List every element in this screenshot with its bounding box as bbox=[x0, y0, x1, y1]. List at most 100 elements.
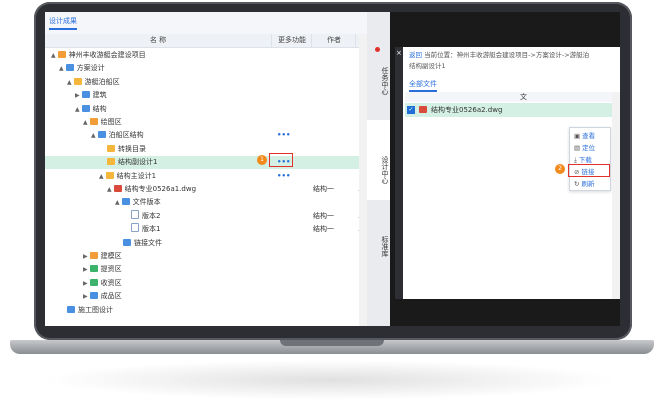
node-label: 版本2 bbox=[142, 211, 161, 220]
side-tab-bar: 任务中心 设计中心 标准库 bbox=[367, 12, 390, 326]
tree-node: 转换目录 bbox=[99, 143, 146, 156]
tree-node: ▶ 建筑 bbox=[75, 89, 107, 102]
expand-toggle-icon[interactable]: ▶ bbox=[83, 277, 88, 290]
tree-row[interactable]: ▲ 方案设计 bbox=[45, 62, 367, 75]
node-icon bbox=[81, 104, 90, 112]
node-label: 结构 bbox=[92, 104, 107, 113]
tree-row[interactable]: 转换目录 bbox=[45, 143, 367, 156]
column-header-author[interactable]: 作者 bbox=[311, 34, 356, 48]
node-label: 版本1 bbox=[142, 225, 161, 234]
tree-row[interactable]: ▲ 结构主设计1 ••• bbox=[45, 170, 367, 183]
tab-all-files[interactable]: 全部文件 bbox=[409, 79, 437, 92]
expand-toggle-icon[interactable]: ▲ bbox=[51, 49, 56, 62]
menu-label: 刷新 bbox=[581, 180, 595, 188]
tree-node: ▲ 神州丰收游艇会建设项目 bbox=[51, 49, 146, 62]
author-cell: 结构一 bbox=[313, 185, 334, 193]
tree-node: ▲ 泊船区结构 bbox=[91, 129, 144, 142]
back-link[interactable]: 返回 bbox=[409, 51, 422, 59]
author-cell: 结构一 bbox=[313, 211, 334, 220]
tree-row[interactable]: ▲ 文件版本 bbox=[45, 196, 367, 209]
more-actions-button[interactable]: ••• bbox=[277, 170, 290, 183]
expand-toggle-icon[interactable]: ▶ bbox=[83, 290, 88, 303]
tree-node: ▲ 方案设计 bbox=[59, 62, 105, 75]
tab-standard-library[interactable]: 标准库 bbox=[367, 226, 390, 266]
tree-row[interactable]: ▲ 泊船区结构 ••• bbox=[45, 129, 367, 142]
tree-node: 版本2 bbox=[123, 209, 161, 223]
node-label: 泊船区结构 bbox=[108, 131, 144, 140]
tree-row[interactable]: ▲结构专业0526a1.dwg结构一. bbox=[45, 183, 367, 196]
tree-row[interactable]: 版本2结构一. bbox=[45, 209, 367, 223]
expand-toggle-icon[interactable]: ▲ bbox=[91, 129, 96, 142]
node-icon bbox=[107, 144, 115, 152]
tree-row[interactable]: 版本1结构一. bbox=[45, 223, 367, 236]
file-row[interactable]: ✓ 结构专业0526a2.dwg bbox=[405, 103, 620, 117]
laptop-notch bbox=[280, 340, 384, 346]
file-checkbox[interactable]: ✓ bbox=[407, 106, 415, 114]
tree-node: ▲ 文件版本 bbox=[115, 196, 161, 209]
menu-item-refresh[interactable]: ↻ 刷新 bbox=[574, 178, 608, 188]
expand-toggle-icon[interactable]: ▲ bbox=[75, 103, 80, 116]
tab-design-center[interactable]: 设计中心 bbox=[367, 120, 390, 200]
node-label: 转换目录 bbox=[118, 144, 146, 153]
breadcrumb-current: 结构副设计1 bbox=[409, 62, 446, 70]
node-icon bbox=[97, 131, 106, 139]
laptop-shadow bbox=[40, 360, 620, 400]
tab-task-center[interactable]: 任务中心 bbox=[367, 56, 390, 106]
tree-row[interactable]: ▲ 游艇泊船区 bbox=[45, 76, 367, 89]
tree-row[interactable]: ▶ 提资区 bbox=[45, 263, 367, 276]
breadcrumb-path: 当前位置：神州丰收游艇会建设项目->方案设计->游艇泊 bbox=[424, 51, 590, 59]
tree-row[interactable]: 链接文件 bbox=[45, 237, 367, 250]
tree-node: 版本1 bbox=[123, 223, 160, 236]
more-actions-button[interactable]: ••• bbox=[277, 129, 290, 142]
tree-row[interactable]: ▲ 结构 bbox=[45, 103, 367, 116]
expand-toggle-icon[interactable]: ▶ bbox=[83, 250, 88, 263]
tree-node: ▶ 收资区 bbox=[83, 277, 122, 290]
tree-row[interactable]: 结构副设计1 ••• bbox=[45, 156, 367, 170]
expand-toggle-icon[interactable]: ▶ bbox=[75, 89, 80, 102]
tree-row[interactable]: ▶ 成品区 bbox=[45, 290, 367, 303]
expand-toggle-icon[interactable]: ▶ bbox=[83, 263, 88, 276]
node-icon bbox=[57, 51, 66, 58]
expand-toggle-icon[interactable]: ▲ bbox=[83, 116, 88, 129]
expand-toggle-icon[interactable]: ▲ bbox=[107, 183, 112, 196]
tree-node: ▶ 成品区 bbox=[83, 290, 122, 303]
tab-design-results[interactable]: 设计成果 bbox=[49, 16, 77, 30]
expand-toggle-icon[interactable]: ▲ bbox=[115, 196, 120, 209]
tree-row[interactable]: ▶ 建筑 bbox=[45, 89, 367, 102]
expand-toggle-icon[interactable]: ▲ bbox=[67, 76, 72, 89]
tree-row[interactable]: ▲ 绘图区 bbox=[45, 116, 367, 129]
node-icon bbox=[131, 223, 139, 233]
tree-row[interactable]: 施工图设计 bbox=[45, 304, 367, 317]
node-label: 方案设计 bbox=[76, 64, 105, 73]
tree-node: ▲ 绘图区 bbox=[83, 116, 122, 129]
dwg-file-icon bbox=[419, 106, 427, 113]
tree-node: 施工图设计 bbox=[59, 304, 113, 317]
tree-row[interactable]: ▶ 建模区 bbox=[45, 250, 367, 263]
node-icon bbox=[105, 171, 114, 179]
vertical-scrollbar[interactable] bbox=[612, 92, 620, 299]
node-icon bbox=[89, 278, 98, 286]
node-label: 结构副设计1 bbox=[118, 158, 158, 167]
menu-item-view[interactable]: ▣ 查看 bbox=[574, 130, 608, 140]
node-label: 施工图设计 bbox=[78, 305, 113, 314]
file-list-header: 文 bbox=[405, 92, 620, 102]
node-label: 成品区 bbox=[100, 292, 122, 301]
close-icon[interactable]: × bbox=[396, 49, 402, 57]
menu-item-locate[interactable]: ▤ 定位 bbox=[574, 142, 608, 152]
expand-toggle-icon[interactable]: ▲ bbox=[59, 62, 64, 75]
node-icon bbox=[123, 238, 131, 246]
column-header-more[interactable]: 更多功能 bbox=[271, 34, 312, 48]
tree-row[interactable]: ▶ 收资区 bbox=[45, 277, 367, 290]
file-name: 结构专业0526a2.dwg bbox=[431, 106, 503, 114]
node-label: 收资区 bbox=[100, 278, 122, 287]
vertical-scrollbar[interactable] bbox=[359, 34, 367, 326]
node-icon bbox=[131, 209, 139, 219]
column-header-name[interactable]: 名 称 bbox=[45, 34, 271, 48]
tree-row[interactable]: ▲ 神州丰收游艇会建设项目 bbox=[45, 49, 367, 62]
download-icon: ⤓ bbox=[574, 156, 577, 164]
tree-node: ▶ 提资区 bbox=[83, 263, 122, 276]
author-cell: 结构一 bbox=[313, 225, 334, 234]
column-header-file[interactable]: 文 bbox=[520, 92, 527, 102]
node-icon bbox=[107, 158, 115, 166]
expand-toggle-icon[interactable]: ▲ bbox=[99, 170, 104, 183]
